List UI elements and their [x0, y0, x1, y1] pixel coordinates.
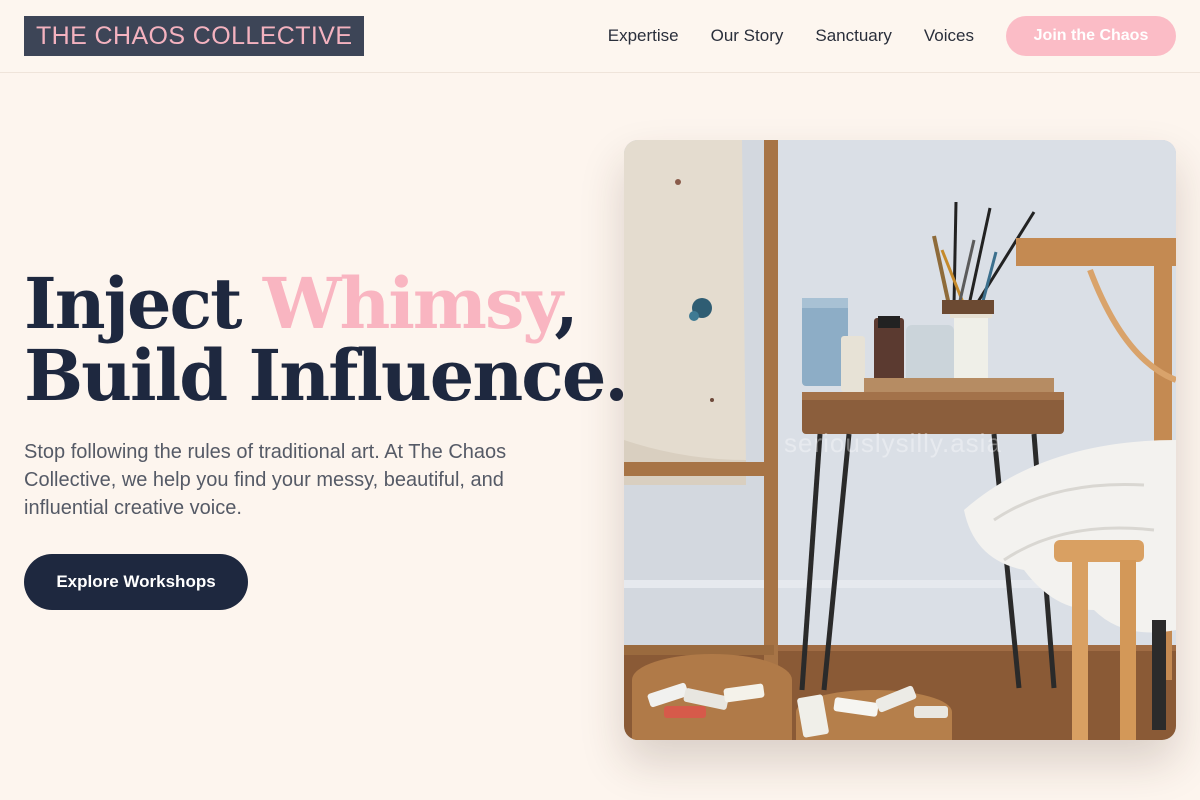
nav-link-sanctuary[interactable]: Sanctuary	[815, 26, 892, 46]
site-logo[interactable]: THE CHAOS COLLECTIVE	[24, 16, 365, 56]
explore-workshops-button[interactable]: Explore Workshops	[24, 554, 248, 610]
headline-accent-word: Whimsy	[262, 262, 557, 345]
nav-link-voices[interactable]: Voices	[924, 26, 974, 46]
headline-text-1: Inject	[24, 262, 263, 345]
headline-line-2: Build Influence.	[24, 334, 629, 417]
hero-headline: Inject Whimsy, Build Influence.	[24, 268, 629, 417]
hero-image-art-studio: seriouslysilly.asia	[624, 140, 1176, 740]
nav-link-our-story[interactable]: Our Story	[711, 26, 784, 46]
site-header: THE CHAOS COLLECTIVE Expertise Our Story…	[0, 0, 1200, 73]
hero-subtext: Stop following the rules of traditional …	[24, 441, 507, 519]
headline-comma: ,	[554, 262, 578, 345]
join-the-chaos-button[interactable]: Join the Chaos	[1006, 16, 1176, 56]
nav-link-expertise[interactable]: Expertise	[608, 26, 679, 46]
main-nav: Expertise Our Story Sanctuary Voices	[608, 0, 974, 72]
image-watermark: seriouslysilly.asia	[784, 428, 1002, 458]
headline-line-1: Inject Whimsy,	[24, 268, 604, 340]
